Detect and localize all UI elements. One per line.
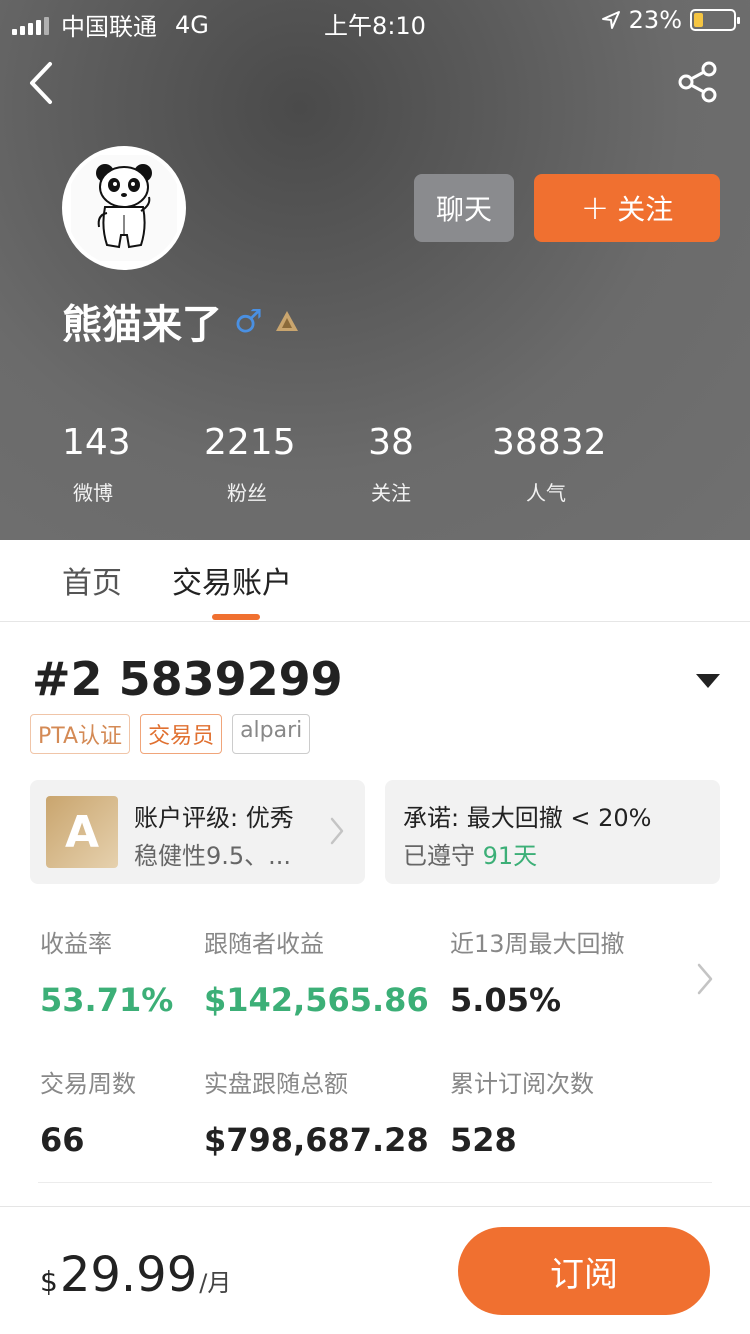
profile-header: 中国联通 4G 上午8:10 23% 聊天 + 关注 熊猫来了 ♂ 143 微博… [0, 0, 750, 540]
commitment-subtitle: 已遵守 91天 [403, 836, 537, 871]
profile-stats: 143 微博 2215 粉丝 38 关注 38832 人气 [0, 422, 750, 522]
rating-subtitle: 稳健性9.5、... [134, 842, 292, 870]
status-right: 23% [601, 6, 740, 34]
stat-label: 粉丝 [227, 481, 267, 505]
profile-tabs: 首页 交易账户 [0, 540, 750, 622]
stat-popularity[interactable]: 38832 人气 [492, 422, 607, 506]
stat-value: 38832 [492, 422, 607, 463]
stat-value: 38 [368, 422, 414, 463]
section-divider [38, 1182, 712, 1183]
metric-label: 近13周最大回撤 [450, 930, 625, 958]
price-amount: 29.99 [59, 1247, 198, 1303]
dropdown-triangle-icon[interactable] [696, 674, 720, 688]
level-badge-icon [275, 311, 298, 331]
subscribe-button[interactable]: 订阅 [458, 1227, 710, 1315]
metric-label: 收益率 [40, 930, 112, 958]
metric-label: 跟随者收益 [204, 930, 324, 958]
grade-badge: A [46, 796, 118, 868]
status-bar: 中国联通 4G 上午8:10 23% [0, 0, 750, 41]
stat-following[interactable]: 38 关注 [366, 422, 416, 506]
metric-return-rate: 收益率 53.71% [40, 924, 173, 1019]
stat-value: 143 [62, 422, 131, 463]
username: 熊猫来了 [62, 302, 222, 348]
stat-fans[interactable]: 2215 粉丝 [204, 422, 296, 506]
avatar[interactable] [62, 146, 186, 270]
username-row: 熊猫来了 ♂ [62, 292, 299, 350]
subscription-price: $ 29.99 /月 [40, 1247, 231, 1303]
follow-button[interactable]: + 关注 [534, 174, 720, 242]
battery-percent: 23% [628, 6, 682, 34]
commitment-days: 91天 [482, 842, 538, 870]
stat-value: 2215 [204, 422, 296, 463]
share-icon[interactable] [676, 60, 720, 104]
metric-live-follow-total: 实盘跟随总额 $798,687.28 [204, 1064, 429, 1159]
metric-label: 交易周数 [40, 1070, 136, 1098]
chevron-right-icon [330, 817, 344, 845]
male-gender-icon: ♂ [234, 302, 263, 340]
metric-follower-profit: 跟随者收益 $142,565.86 [204, 924, 429, 1019]
metric-value: 53.71% [40, 981, 174, 1019]
stat-label: 人气 [526, 481, 566, 505]
stat-label: 微博 [73, 481, 113, 505]
stat-label: 关注 [371, 481, 411, 505]
price-period: /月 [199, 1269, 232, 1297]
stat-weibo[interactable]: 143 微博 [62, 422, 131, 506]
metric-max-drawdown-13w: 近13周最大回撤 5.05% [450, 924, 625, 1019]
price-currency: $ [40, 1265, 58, 1298]
commitment-title: 承诺: 最大回撤 < 20% [403, 804, 652, 832]
chevron-right-icon[interactable] [696, 962, 714, 996]
active-tab-indicator [212, 614, 260, 620]
follow-button-label: 关注 [617, 193, 674, 226]
metric-value: 528 [450, 1121, 517, 1159]
metric-label: 实盘跟随总额 [204, 1070, 348, 1098]
subscription-bar: $ 29.99 /月 订阅 [0, 1206, 750, 1334]
account-rating-card[interactable]: A 账户评级: 优秀 稳健性9.5、... [30, 780, 365, 884]
metric-subscription-count: 累计订阅次数 528 [450, 1064, 594, 1159]
plus-icon: + [580, 188, 610, 228]
metric-value: 5.05% [450, 981, 562, 1019]
tag-trader: 交易员 [140, 714, 223, 754]
battery-icon [690, 9, 740, 31]
commitment-card[interactable]: 承诺: 最大回撤 < 20% 已遵守 91天 [385, 780, 720, 884]
account-tags: PTA认证 交易员 alpari [30, 714, 311, 754]
rating-title: 账户评级: 优秀 [134, 804, 294, 832]
metric-value: $798,687.28 [204, 1121, 429, 1159]
battery-level [694, 13, 703, 27]
metric-label: 累计订阅次数 [450, 1070, 594, 1098]
commitment-prefix: 已遵守 [403, 842, 475, 870]
metric-trading-weeks: 交易周数 66 [40, 1064, 136, 1159]
chat-button[interactable]: 聊天 [414, 174, 514, 242]
location-arrow-icon [601, 11, 620, 29]
account-id: #2 5839299 [32, 652, 343, 706]
tab-trading-account[interactable]: 交易账户 [172, 558, 292, 602]
tab-home[interactable]: 首页 [62, 558, 122, 602]
panda-avatar-icon [71, 155, 177, 261]
metric-value: 66 [40, 1121, 85, 1159]
tag-broker: alpari [232, 714, 311, 754]
chat-button-label: 聊天 [435, 193, 492, 226]
tag-pta-certified: PTA认证 [30, 714, 131, 754]
metric-value: $142,565.86 [204, 981, 429, 1019]
subscribe-button-label: 订阅 [550, 1254, 618, 1295]
back-arrow-icon[interactable] [22, 58, 62, 108]
